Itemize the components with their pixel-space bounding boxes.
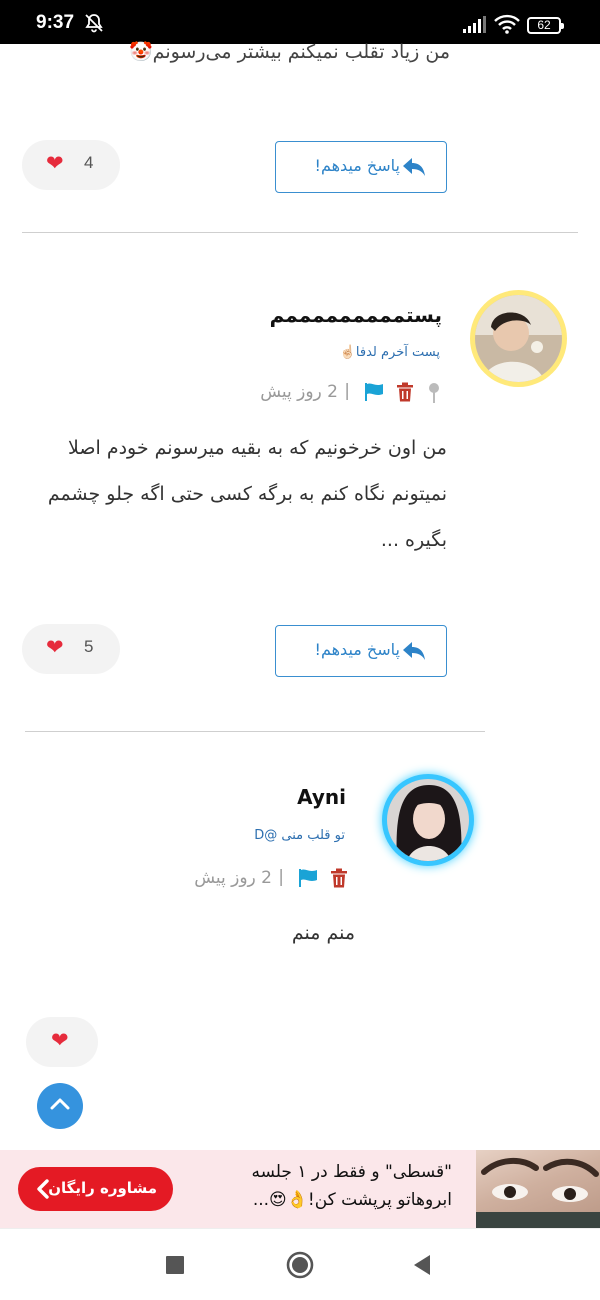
like-count: 4 — [84, 153, 94, 172]
ad-cta-button[interactable]: مشاوره رایگان — [18, 1167, 173, 1211]
meta-separator: | — [278, 867, 284, 887]
ad-line-2: ابروهاتو پرپشت کن!👌😍... — [252, 1190, 452, 1210]
reply-arrow-icon — [403, 158, 425, 176]
ad-cta-label: مشاوره رایگان — [48, 1179, 157, 1197]
reply-label: پاسخ میدهم! — [314, 156, 400, 175]
reply-button[interactable]: پاسخ میدهم! — [275, 141, 447, 193]
avatar-image — [475, 295, 562, 382]
post-body: منم منم — [291, 922, 355, 944]
scroll-to-top-button[interactable] — [37, 1083, 83, 1129]
post-time: 2 روز پیش — [194, 868, 272, 888]
trash-icon[interactable] — [396, 382, 414, 402]
system-nav-bar — [0, 1228, 600, 1300]
status-bar: 9:37 62 — [0, 0, 600, 44]
heart-icon: ❤ — [46, 635, 64, 659]
pin-icon[interactable] — [426, 382, 442, 404]
post-time: 2 روز پیش — [260, 382, 338, 402]
post-username[interactable]: پستمممممممممم — [270, 303, 442, 327]
chevron-left-icon — [37, 1179, 49, 1199]
nav-square-icon[interactable] — [166, 1256, 184, 1274]
battery-icon: 62 — [527, 17, 564, 34]
post-meta: | 2 روز پیش — [148, 866, 348, 892]
post-meta: | 2 روز پیش — [222, 380, 442, 406]
mute-bell-icon — [85, 14, 103, 33]
reply-label: پاسخ میدهم! — [314, 640, 400, 659]
avatar[interactable] — [382, 774, 474, 866]
status-time: 9:37 — [36, 12, 75, 33]
reply-arrow-icon — [403, 642, 425, 660]
battery-level: 62 — [537, 18, 551, 32]
trash-icon[interactable] — [330, 868, 348, 888]
post-body: من اون خرخونیم که به بقیه میرسونم خودم ا… — [47, 437, 447, 551]
signal-icon — [463, 16, 486, 33]
ad-banner[interactable]: "قسطی" و فقط در ۱ جلسه ابروهاتو پرپشت کن… — [0, 1150, 600, 1228]
post-username[interactable]: Ayni — [297, 785, 346, 809]
heart-icon: ❤ — [46, 151, 64, 175]
avatar[interactable] — [470, 290, 567, 387]
heart-icon: ❤ — [51, 1028, 69, 1052]
like-button[interactable]: ❤ 4 — [22, 140, 120, 190]
divider — [22, 232, 578, 233]
post-subtitle: تو قلب منی @D — [254, 828, 345, 843]
like-button[interactable]: ❤ 5 — [22, 624, 120, 674]
reply-button[interactable]: پاسخ میدهم! — [275, 625, 447, 677]
post-body-fragment: من زیاد تقلب نمیکنم بیشتر می‌رسونم🤡 — [129, 41, 450, 63]
post-subtitle: پست آخرم لدفا☝🏻 — [339, 345, 440, 360]
like-count: 5 — [84, 637, 94, 656]
divider — [25, 731, 485, 732]
wifi-icon — [494, 14, 520, 34]
nav-back-icon[interactable] — [412, 1254, 432, 1276]
ad-line-1: "قسطی" و فقط در ۱ جلسه — [251, 1162, 452, 1182]
chevron-up-icon — [50, 1098, 70, 1110]
flag-icon[interactable] — [364, 382, 384, 402]
avatar-image — [387, 779, 469, 861]
like-button[interactable]: ❤ — [26, 1017, 98, 1067]
ad-text: "قسطی" و فقط در ۱ جلسه ابروهاتو پرپشت کن… — [182, 1158, 452, 1214]
flag-icon[interactable] — [298, 868, 318, 888]
nav-home-icon[interactable] — [286, 1251, 314, 1279]
meta-separator: | — [344, 381, 350, 401]
ad-image — [476, 1150, 600, 1228]
